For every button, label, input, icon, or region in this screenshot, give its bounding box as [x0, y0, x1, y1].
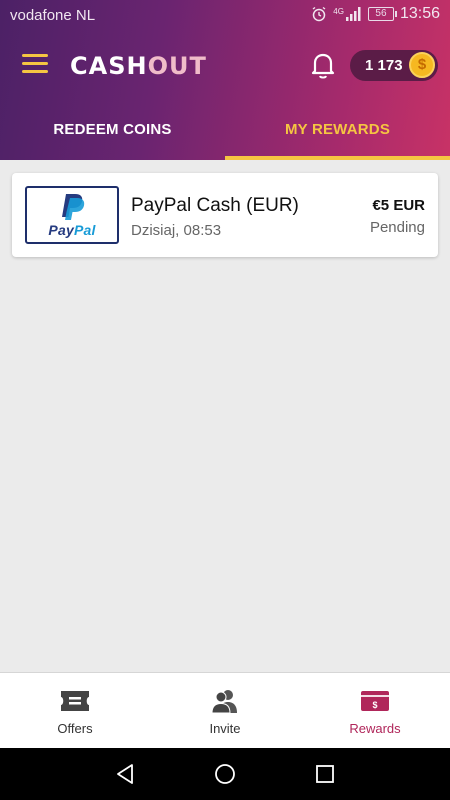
home-icon[interactable] — [213, 762, 237, 786]
hamburger-menu-icon[interactable] — [22, 54, 48, 74]
reward-amount: €5 EUR — [372, 197, 425, 214]
app-bar: CASHOUT 1 173 $ — [0, 30, 450, 100]
nav-invite[interactable]: Invite — [150, 673, 300, 748]
reward-title: PayPal Cash (EUR) — [131, 195, 299, 216]
clock: 13:56 — [399, 5, 440, 22]
status-icons: 4G 56 13:56 — [311, 5, 440, 23]
coin-icon: $ — [409, 52, 435, 78]
tab-bar: REDEEM COINS MY REWARDS — [0, 100, 450, 160]
reward-status: Pending — [369, 219, 425, 236]
back-icon[interactable] — [113, 762, 137, 786]
paypal-word-pay: Pay — [48, 222, 74, 238]
notification-bell-icon[interactable] — [310, 50, 336, 80]
nav-rewards[interactable]: $ Rewards — [300, 673, 450, 748]
paypal-mark-icon — [62, 194, 85, 220]
network-type: 4G — [333, 6, 344, 16]
ticket-icon — [61, 691, 89, 711]
system-navigation-bar — [0, 748, 450, 800]
people-icon — [211, 690, 237, 714]
tab-my-rewards[interactable]: MY REWARDS — [225, 100, 450, 160]
battery-level: 56 — [375, 8, 387, 19]
logo-out: OUT — [147, 52, 207, 80]
alarm-icon — [312, 6, 326, 22]
tab-redeem-coins[interactable]: REDEEM COINS — [0, 100, 225, 160]
nav-rewards-label: Rewards — [349, 721, 401, 736]
carrier-name: vodafone NL — [10, 7, 96, 24]
nav-invite-label: Invite — [209, 721, 241, 736]
battery-icon: 56 — [367, 7, 397, 21]
paypal-logo: PayPal — [25, 186, 119, 244]
logo-cash: CASH — [70, 52, 148, 80]
paypal-wordmark: PayPal — [27, 222, 117, 238]
wallet-dollar-sign: $ — [372, 700, 377, 710]
reward-card[interactable]: PayPal PayPal Cash (EUR) Dzisiaj, 08:53 … — [12, 173, 438, 257]
signal-icon — [345, 7, 361, 21]
coin-balance-value: 1 173 — [365, 57, 403, 74]
status-bar: vodafone NL 4G 56 13:56 — [0, 0, 450, 30]
reward-date: Dzisiaj, 08:53 — [131, 222, 222, 239]
coin-balance[interactable]: 1 173 $ — [350, 50, 438, 81]
paypal-word-pal: Pal — [73, 222, 96, 238]
nav-offers-label: Offers — [57, 721, 93, 736]
bottom-navigation: Offers Invite $ Rewards — [0, 672, 450, 748]
wallet-icon: $ — [361, 691, 389, 711]
nav-offers[interactable]: Offers — [0, 673, 150, 748]
app-logo: CASHOUT — [70, 52, 207, 80]
recents-icon[interactable] — [313, 762, 337, 786]
